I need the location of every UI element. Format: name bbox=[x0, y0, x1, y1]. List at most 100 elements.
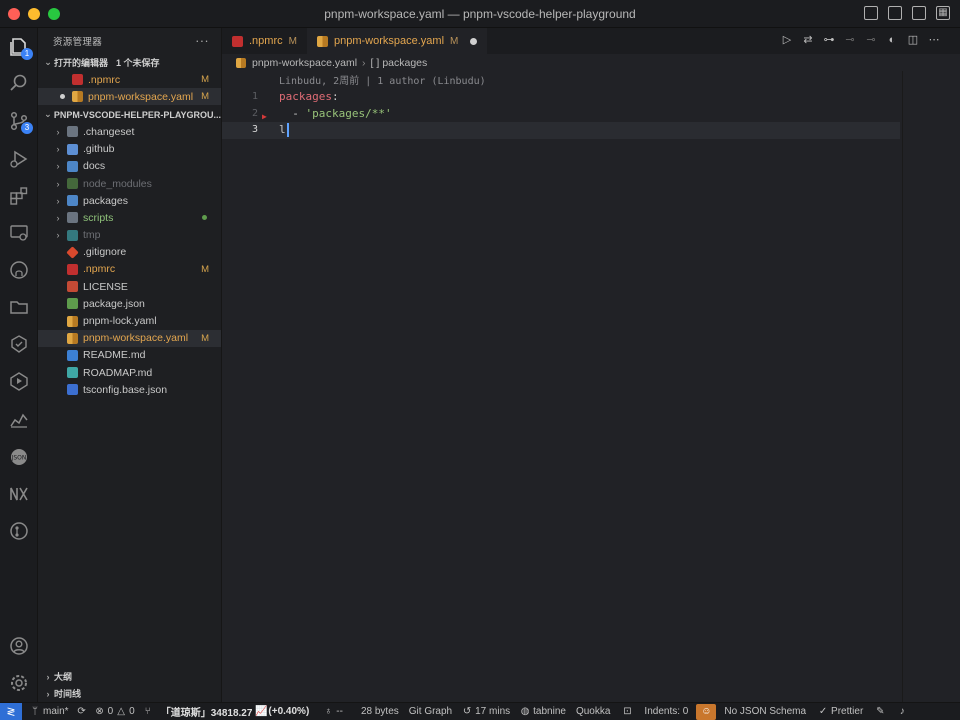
yaml-file-icon bbox=[72, 91, 83, 103]
json-schema-status[interactable]: No JSON Schema bbox=[724, 706, 806, 717]
open-editor-item[interactable]: .npmrc M bbox=[38, 71, 221, 88]
branch-status[interactable]: ᛘ main* bbox=[30, 706, 69, 717]
folder-manager-icon[interactable] bbox=[8, 296, 30, 318]
time-tracking-status[interactable]: ↺ 17 mins bbox=[462, 706, 510, 717]
stock-status[interactable]: 「道琼斯」34818.27 📈 (+0.40%) bbox=[161, 704, 310, 719]
git-graph-button[interactable]: Git Graph bbox=[409, 706, 452, 717]
maximize-window-button[interactable] bbox=[48, 7, 60, 20]
github-icon[interactable] bbox=[8, 259, 30, 281]
run-code-icon[interactable] bbox=[8, 370, 30, 392]
line-number: 1 bbox=[251, 91, 258, 102]
run-debug-icon[interactable] bbox=[8, 148, 30, 170]
tree-item-label: ROADMAP.md bbox=[83, 366, 153, 379]
bell-icon: ♪ bbox=[899, 705, 905, 717]
tabnine-status[interactable]: ◍ tabnine bbox=[520, 706, 566, 717]
quokka-label: Quokka bbox=[575, 706, 611, 717]
feedback-button[interactable]: ✎ bbox=[875, 706, 885, 717]
tree-item-scripts[interactable]: › scripts bbox=[38, 209, 221, 226]
git-file-icon bbox=[66, 246, 79, 259]
problems-status[interactable]: ⊗ 0 △ 0 bbox=[95, 706, 134, 717]
extension-status[interactable]: ♁ -- bbox=[323, 706, 343, 717]
git-compare-status[interactable]: ⑂ bbox=[143, 706, 153, 717]
timeline-label: 时间线 bbox=[54, 689, 82, 699]
tree-item-tsconfig[interactable]: tsconfig.base.json bbox=[38, 381, 221, 398]
tree-item-node-modules[interactable]: › node_modules bbox=[38, 175, 221, 192]
open-editor-item[interactable]: pnpm-workspace.yaml M bbox=[38, 88, 221, 106]
unsaved-dot-icon[interactable] bbox=[470, 37, 478, 45]
tab-pnpm-workspace[interactable]: pnpm-workspace.yaml M bbox=[306, 28, 488, 54]
npm-file-icon bbox=[72, 74, 83, 86]
analytics-icon[interactable] bbox=[8, 408, 30, 430]
next-change-icon[interactable]: ⊸ bbox=[865, 34, 877, 46]
toggle-secondary-sidebar-icon[interactable] bbox=[912, 6, 926, 20]
run-icon[interactable]: ▷ bbox=[781, 34, 793, 46]
remote-indicator-icon[interactable]: ≷ bbox=[0, 702, 22, 720]
unsaved-dot-icon[interactable] bbox=[60, 94, 65, 100]
quokka-face-button[interactable]: ☺ bbox=[696, 703, 717, 720]
previous-change-icon[interactable]: ⊸ bbox=[844, 34, 856, 46]
tree-item-package-json[interactable]: package.json bbox=[38, 295, 221, 312]
history-icon: ↺ bbox=[462, 705, 472, 717]
git-status-modified: M bbox=[201, 263, 209, 275]
tree-item-roadmap[interactable]: ROADMAP.md bbox=[38, 364, 221, 381]
tree-item-pnpm-lock[interactable]: pnpm-lock.yaml bbox=[38, 312, 221, 329]
tree-item-pnpm-workspace[interactable]: pnpm-workspace.yaml M bbox=[38, 329, 221, 347]
indentation-status[interactable]: Indents: 0 bbox=[644, 706, 688, 717]
terminal-status[interactable]: ⊡ bbox=[622, 706, 632, 717]
source-control-icon[interactable]: 3 bbox=[8, 110, 33, 134]
toggle-panel-icon[interactable] bbox=[888, 6, 902, 20]
outline-header[interactable]: › 大纲 bbox=[38, 668, 222, 685]
breadcrumb-symbol[interactable]: packages bbox=[382, 57, 427, 69]
git-commit-icon[interactable]: ⊶ bbox=[823, 34, 835, 46]
outline-label: 大纲 bbox=[54, 672, 73, 682]
tree-item-label: README.md bbox=[83, 349, 146, 362]
tree-item-npmrc[interactable]: .npmrc M bbox=[38, 261, 221, 278]
minimap[interactable] bbox=[902, 71, 960, 702]
more-actions-icon[interactable]: ⋯ bbox=[928, 34, 940, 46]
notifications-button[interactable]: ♪ bbox=[897, 705, 907, 717]
accounts-icon[interactable] bbox=[8, 635, 30, 657]
chevron-right-icon: › bbox=[56, 144, 60, 155]
code-editor[interactable]: 1 packages: 2 ▶ - 'packages/**' 3 l bbox=[222, 89, 960, 139]
tree-item-changeset[interactable]: › .changeset bbox=[38, 123, 221, 140]
remote-explorer-icon[interactable] bbox=[8, 222, 30, 244]
settings-gear-icon[interactable] bbox=[8, 672, 30, 694]
project-folder-header[interactable]: ⌄ PNPM-VSCODE-HELPER-PLAYGROU... bbox=[38, 106, 221, 123]
explorer-icon[interactable]: 1 bbox=[8, 36, 33, 60]
chevron-right-icon: › bbox=[56, 161, 60, 172]
tree-item-gitignore[interactable]: .gitignore bbox=[38, 244, 221, 261]
tree-item-docs[interactable]: › docs bbox=[38, 158, 221, 175]
json-icon[interactable]: JSON bbox=[8, 446, 30, 468]
sync-button[interactable]: ⟳ bbox=[77, 706, 87, 717]
search-icon[interactable] bbox=[8, 72, 30, 94]
git-blame-annotation[interactable]: Linbudu, 2周前 | 1 author (Linbudu) bbox=[279, 72, 486, 87]
project-folder-label: PNPM-VSCODE-HELPER-PLAYGROU... bbox=[53, 109, 221, 120]
customize-layout-icon[interactable]: ▦ bbox=[936, 6, 950, 20]
tree-item-packages[interactable]: › packages bbox=[38, 192, 221, 209]
prettier-status[interactable]: ✓ Prettier bbox=[818, 706, 863, 717]
tree-item-license[interactable]: LICENSE bbox=[38, 278, 221, 295]
open-changes-icon[interactable]: ⇄ bbox=[802, 34, 814, 46]
testing-icon[interactable] bbox=[8, 333, 30, 355]
breadcrumb-file[interactable]: pnpm-workspace.yaml bbox=[252, 57, 357, 69]
tree-item-github[interactable]: › .github bbox=[38, 141, 221, 158]
open-editors-header[interactable]: ⌄ 打开的编辑器 1 个未保存 bbox=[38, 54, 221, 71]
toggle-primary-sidebar-icon[interactable] bbox=[864, 6, 878, 20]
tsconfig-file-icon bbox=[67, 384, 78, 396]
chevron-right-icon: › bbox=[56, 195, 60, 206]
more-actions-icon[interactable]: ··· bbox=[195, 33, 209, 48]
split-editor-icon[interactable]: ◫ bbox=[907, 34, 919, 46]
timeline-header[interactable]: › 时间线 bbox=[38, 685, 222, 702]
tab-npmrc[interactable]: .npmrc M bbox=[222, 28, 307, 54]
close-window-button[interactable] bbox=[8, 7, 20, 20]
tabnine-label: tabnine bbox=[533, 706, 566, 717]
gitlens-blame-icon[interactable]: ◐ bbox=[886, 34, 898, 46]
extensions-icon[interactable] bbox=[8, 185, 30, 207]
quokka-status[interactable]: Quokka bbox=[576, 706, 610, 717]
gitlens-icon[interactable] bbox=[8, 520, 30, 542]
minimize-window-button[interactable] bbox=[28, 7, 40, 20]
code-text: l bbox=[279, 122, 289, 139]
nx-console-icon[interactable] bbox=[8, 483, 30, 505]
tree-item-tmp[interactable]: › tmp bbox=[38, 227, 221, 244]
tree-item-readme[interactable]: README.md bbox=[38, 347, 221, 364]
